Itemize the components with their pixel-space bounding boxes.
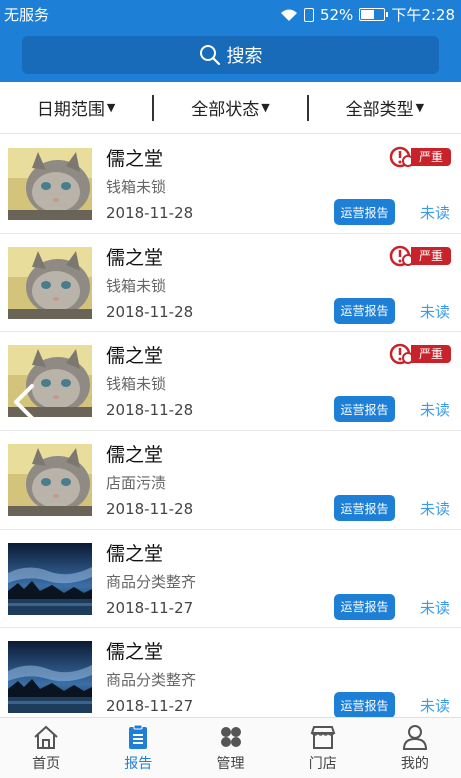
- list-item[interactable]: 儒之堂 商品分类整齐 2018-11-27 运营报告 未读: [0, 529, 461, 629]
- item-description: 钱箱未锁: [106, 178, 167, 196]
- user-icon: [402, 724, 427, 750]
- unread-status: 未读: [420, 204, 451, 222]
- clock-time: 下午2:28: [391, 6, 455, 24]
- tab-label: 报告: [124, 755, 153, 772]
- operation-report-button[interactable]: 运营报告: [334, 593, 395, 620]
- filter-label: 全部状态: [191, 100, 260, 120]
- tab-mine[interactable]: 我的: [369, 718, 461, 778]
- unread-status: 未读: [420, 697, 451, 716]
- tab-label: 管理: [216, 755, 245, 772]
- item-description: 钱箱未锁: [106, 375, 167, 394]
- thumbnail-image: [8, 542, 92, 615]
- battery-icon: [359, 8, 389, 21]
- filter-type[interactable]: 全部类型 ▼: [309, 95, 461, 120]
- unread-status: 未读: [420, 401, 451, 420]
- operation-report-button[interactable]: 运营报告: [334, 692, 395, 717]
- back-chevron-icon[interactable]: [10, 382, 40, 422]
- unread-status: 未读: [420, 598, 451, 617]
- filter-bar: 日期范围 ▼ 全部状态 ▼ 全部类型 ▼: [0, 82, 461, 134]
- item-title: 儒之堂: [106, 246, 164, 269]
- severity-badge: 严重: [389, 146, 451, 168]
- list-item[interactable]: 儒之堂 店面污渍 2018-11-28 运营报告 未读: [0, 431, 461, 530]
- item-title: 儒之堂: [106, 148, 164, 170]
- clipboard-icon: [129, 724, 148, 749]
- thumbnail-image: [8, 246, 92, 319]
- list-item[interactable]: 儒之堂 商品分类整齐 2018-11-27 运营报告 未读: [0, 628, 461, 717]
- caret-down-icon: ▼: [106, 101, 116, 114]
- bottom-tab-bar: 首页 报告 管理 门店 我的: [0, 717, 461, 778]
- severity-label: 严重: [410, 345, 451, 364]
- item-title: 儒之堂: [106, 542, 164, 565]
- item-description: 商品分类整齐: [106, 671, 197, 690]
- list-item[interactable]: 儒之堂 钱箱未锁 2018-11-28 严重 运营报告 未读: [0, 135, 461, 234]
- filter-label: 日期范围: [36, 100, 105, 120]
- item-title: 儒之堂: [106, 444, 164, 467]
- item-description: 店面污渍: [106, 474, 167, 493]
- list-item[interactable]: 儒之堂 钱箱未锁 2018-11-28 严重 运营报告 未读: [0, 332, 461, 432]
- tab-store[interactable]: 门店: [277, 718, 369, 778]
- report-list: 儒之堂 钱箱未锁 2018-11-28 严重 运营报告 未读 儒之堂 钱箱未锁 …: [0, 135, 461, 717]
- unread-status: 未读: [420, 500, 451, 519]
- tab-label: 首页: [32, 755, 61, 772]
- item-title: 儒之堂: [106, 345, 164, 368]
- item-date: 2018-11-28: [106, 204, 194, 222]
- severity-badge: 严重: [389, 343, 451, 365]
- severity-label: 严重: [410, 246, 451, 265]
- severity-label: 严重: [410, 148, 451, 166]
- tab-manage[interactable]: 管理: [184, 718, 276, 778]
- item-date: 2018-11-27: [106, 697, 194, 716]
- tab-report[interactable]: 报告: [92, 718, 184, 778]
- caret-down-icon: ▼: [415, 101, 425, 114]
- tab-label: 我的: [400, 755, 429, 772]
- tab-home[interactable]: 首页: [0, 718, 92, 778]
- tab-label: 门店: [308, 755, 337, 772]
- thumbnail-image: [8, 641, 92, 714]
- status-bar: 无服务 52% 下午2:28: [0, 0, 461, 28]
- search-label: 搜索: [226, 46, 263, 67]
- thumbnail-image: [8, 148, 92, 220]
- item-date: 2018-11-28: [106, 401, 194, 420]
- carrier-text: 无服务: [4, 6, 50, 24]
- search-bar[interactable]: 搜索: [22, 36, 439, 74]
- item-date: 2018-11-27: [106, 598, 194, 617]
- unread-status: 未读: [420, 302, 451, 321]
- item-date: 2018-11-28: [106, 302, 194, 321]
- filter-status[interactable]: 全部状态 ▼: [154, 95, 306, 120]
- caret-down-icon: ▼: [261, 101, 270, 114]
- grid-icon: [220, 726, 241, 747]
- operation-report-button[interactable]: 运营报告: [334, 199, 395, 225]
- store-icon: [310, 725, 336, 749]
- header: 搜索: [0, 28, 461, 82]
- severity-badge: 严重: [389, 245, 451, 267]
- search-icon: [199, 45, 220, 66]
- sim-icon: [303, 7, 314, 22]
- home-icon: [34, 725, 58, 749]
- operation-report-button[interactable]: 运营报告: [334, 396, 395, 423]
- filter-date-range[interactable]: 日期范围 ▼: [0, 95, 152, 120]
- operation-report-button[interactable]: 运营报告: [334, 297, 395, 324]
- filter-label: 全部类型: [345, 100, 414, 120]
- list-item[interactable]: 儒之堂 钱箱未锁 2018-11-28 严重 运营报告 未读: [0, 233, 461, 333]
- item-title: 儒之堂: [106, 641, 164, 664]
- wifi-icon: [280, 9, 297, 21]
- item-date: 2018-11-28: [106, 500, 194, 519]
- thumbnail-image: [8, 444, 92, 517]
- battery-percent: 52%: [319, 5, 354, 24]
- operation-report-button[interactable]: 运营报告: [334, 495, 395, 522]
- item-description: 商品分类整齐: [106, 572, 197, 591]
- item-description: 钱箱未锁: [106, 276, 167, 295]
